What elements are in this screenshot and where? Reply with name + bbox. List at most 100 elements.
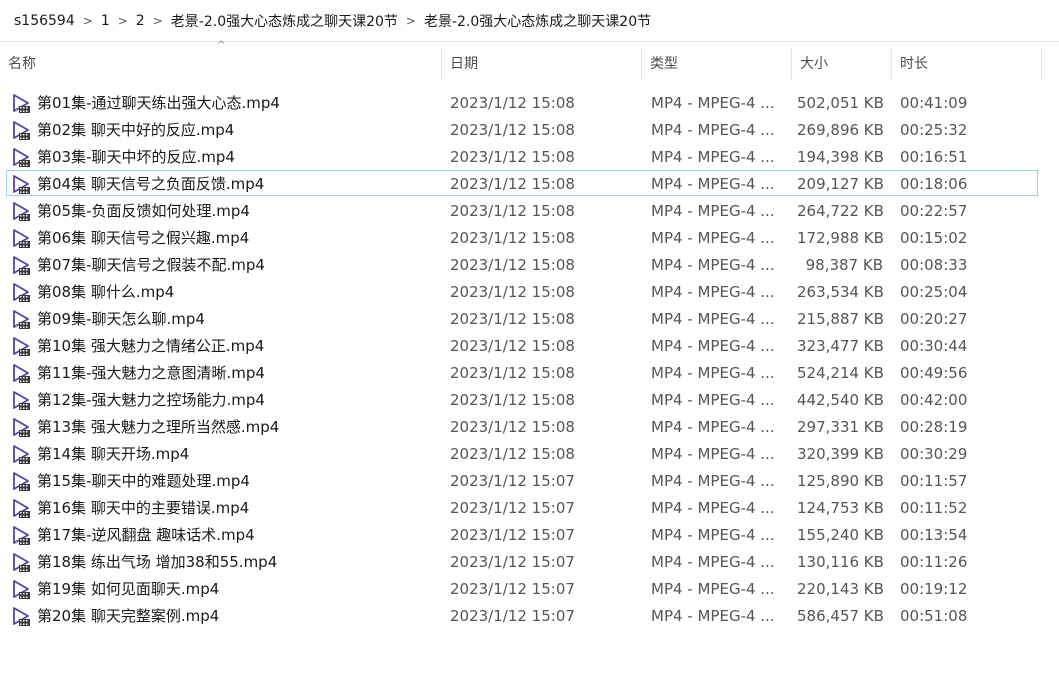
file-name[interactable]: 第11集-强大魅力之意图清晰.mp4 [37, 360, 265, 386]
column-divider[interactable] [1041, 48, 1042, 80]
file-name[interactable]: 第15集-聊天中的难题处理.mp4 [37, 468, 250, 494]
file-duration: 00:16:51 [900, 148, 968, 166]
file-row[interactable]: 第01集-通过聊天练出强大心态.mp4 2023/1/12 15:08 MP4 - … [6, 89, 1038, 115]
file-row[interactable]: 第02集 聊天中好的反应.mp4 2023/1/12 15:08 MP4 - MPE… [6, 116, 1038, 142]
file-row[interactable]: 第18集 练出气场 增加38和55.mp4 2023/1/12 15:07 MP4 … [6, 548, 1038, 574]
file-row[interactable]: 第14集 聊天开场.mp4 2023/1/12 15:08 MP4 - MPEG-4… [6, 440, 1038, 466]
file-type: MP4 - MPEG-4 ... [651, 553, 775, 571]
file-row[interactable]: 第10集 强大魅力之情绪公正.mp4 2023/1/12 15:08 MP4 - M… [6, 332, 1038, 358]
file-name[interactable]: 第05集-负面反馈如何处理.mp4 [37, 198, 250, 224]
file-name[interactable]: 第18集 练出气场 增加38和55.mp4 [37, 549, 277, 575]
file-name[interactable]: 第19集 如何见面聊天.mp4 [37, 576, 219, 602]
file-size: 172,988 KB [797, 229, 884, 247]
file-type: MP4 - MPEG-4 ... [651, 310, 775, 328]
video-file-icon [13, 445, 30, 464]
file-name[interactable]: 第10集 强大魅力之情绪公正.mp4 [37, 333, 264, 359]
file-name[interactable]: 第09集-聊天怎么聊.mp4 [37, 306, 205, 332]
file-date: 2023/1/12 15:07 [450, 580, 575, 598]
breadcrumb-separator[interactable]: > [81, 14, 95, 28]
file-name[interactable]: 第12集-强大魅力之控场能力.mp4 [37, 387, 265, 413]
breadcrumb-separator[interactable]: > [404, 14, 418, 28]
file-date: 2023/1/12 15:08 [450, 418, 575, 436]
file-row[interactable]: 第16集 聊天中的主要错误.mp4 2023/1/12 15:07 MP4 - MP… [6, 494, 1038, 520]
file-row[interactable]: 第05集-负面反馈如何处理.mp4 2023/1/12 15:08 MP4 - MP… [6, 197, 1038, 223]
breadcrumb-item-4[interactable]: 老景-2.0强大心态炼成之聊天课20节 [418, 7, 657, 35]
file-row[interactable]: 第09集-聊天怎么聊.mp4 2023/1/12 15:08 MP4 - MPEG-… [6, 305, 1038, 331]
file-name[interactable]: 第17集-逆风翻盘 趣味话术.mp4 [37, 522, 255, 548]
file-size: 264,722 KB [797, 202, 884, 220]
file-row[interactable]: 第11集-强大魅力之意图清晰.mp4 2023/1/12 15:08 MP4 - M… [6, 359, 1038, 385]
file-duration: 00:18:06 [900, 175, 968, 193]
column-header-name[interactable]: 名称 [0, 48, 441, 80]
file-name[interactable]: 第07集-聊天信号之假装不配.mp4 [37, 252, 265, 278]
file-row[interactable]: 第19集 如何见面聊天.mp4 2023/1/12 15:07 MP4 - MPEG… [6, 575, 1038, 601]
file-date: 2023/1/12 15:08 [450, 445, 575, 463]
file-type: MP4 - MPEG-4 ... [651, 526, 775, 544]
file-row[interactable]: 第17集-逆风翻盘 趣味话术.mp4 2023/1/12 15:07 MP4 - M… [6, 521, 1038, 547]
video-file-icon [13, 94, 30, 113]
video-file-icon [13, 607, 30, 626]
file-row[interactable]: 第08集 聊什么.mp4 2023/1/12 15:08 MP4 - MPEG-4 … [6, 278, 1038, 304]
file-name[interactable]: 第08集 聊什么.mp4 [37, 279, 174, 305]
file-name[interactable]: 第03集-聊天中坏的反应.mp4 [37, 144, 235, 170]
file-type: MP4 - MPEG-4 ... [651, 337, 775, 355]
file-type: MP4 - MPEG-4 ... [651, 364, 775, 382]
file-date: 2023/1/12 15:08 [450, 202, 575, 220]
file-type: MP4 - MPEG-4 ... [651, 256, 775, 274]
file-size: 502,051 KB [797, 94, 884, 112]
file-name[interactable]: 第02集 聊天中好的反应.mp4 [37, 117, 234, 143]
file-row[interactable]: 第13集 强大魅力之理所当然感.mp4 2023/1/12 15:08 MP4 - … [6, 413, 1038, 439]
file-row[interactable]: 第12集-强大魅力之控场能力.mp4 2023/1/12 15:08 MP4 - M… [6, 386, 1038, 412]
file-size: 269,896 KB [797, 121, 884, 139]
file-duration: 00:42:00 [900, 391, 968, 409]
file-date: 2023/1/12 15:08 [450, 121, 575, 139]
breadcrumb: s156594 > 1 > 2 > 老景-2.0强大心态炼成之聊天课20节 > … [0, 0, 1059, 42]
file-name[interactable]: 第20集 聊天完整案例.mp4 [37, 603, 219, 629]
file-date: 2023/1/12 15:07 [450, 499, 575, 517]
breadcrumb-item-0[interactable]: s156594 [8, 9, 81, 33]
column-header-row: 名称 日期 类型 大小 时长 [0, 48, 1059, 80]
file-date: 2023/1/12 15:08 [450, 148, 575, 166]
file-duration: 00:20:27 [900, 310, 968, 328]
video-file-icon [13, 391, 30, 410]
file-size: 297,331 KB [797, 418, 884, 436]
column-header-size[interactable]: 大小 [792, 48, 891, 80]
file-date: 2023/1/12 15:08 [450, 310, 575, 328]
breadcrumb-item-1[interactable]: 1 [95, 9, 116, 33]
file-type: MP4 - MPEG-4 ... [651, 202, 775, 220]
file-name[interactable]: 第01集-通过聊天练出强大心态.mp4 [37, 90, 280, 116]
breadcrumb-item-3[interactable]: 老景-2.0强大心态炼成之聊天课20节 [165, 7, 404, 35]
video-file-icon [13, 256, 30, 275]
file-name[interactable]: 第14集 聊天开场.mp4 [37, 441, 189, 467]
video-file-icon [13, 553, 30, 572]
file-date: 2023/1/12 15:08 [450, 256, 575, 274]
file-size: 442,540 KB [797, 391, 884, 409]
file-row[interactable]: 第03集-聊天中坏的反应.mp4 2023/1/12 15:08 MP4 - MPE… [6, 143, 1038, 169]
file-name[interactable]: 第04集 聊天信号之负面反馈.mp4 [37, 171, 264, 197]
column-header-duration[interactable]: 时长 [892, 48, 1041, 80]
video-file-icon [13, 229, 30, 248]
breadcrumb-item-2[interactable]: 2 [130, 9, 151, 33]
file-name[interactable]: 第13集 强大魅力之理所当然感.mp4 [37, 414, 279, 440]
file-row[interactable]: 第20集 聊天完整案例.mp4 2023/1/12 15:07 MP4 - MPEG… [6, 602, 1038, 628]
file-size: 323,477 KB [797, 337, 884, 355]
file-row[interactable]: 第06集 聊天信号之假兴趣.mp4 2023/1/12 15:08 MP4 - MP… [6, 224, 1038, 250]
file-name[interactable]: 第16集 聊天中的主要错误.mp4 [37, 495, 249, 521]
file-duration: 00:30:29 [900, 445, 968, 463]
file-name[interactable]: 第06集 聊天信号之假兴趣.mp4 [37, 225, 249, 251]
file-duration: 00:15:02 [900, 229, 968, 247]
breadcrumb-separator[interactable]: > [116, 14, 130, 28]
breadcrumb-separator[interactable]: > [151, 14, 165, 28]
file-row[interactable]: 第07集-聊天信号之假装不配.mp4 2023/1/12 15:08 MP4 - M… [6, 251, 1038, 277]
file-duration: 00:41:09 [900, 94, 968, 112]
file-date: 2023/1/12 15:08 [450, 283, 575, 301]
column-header-type[interactable]: 类型 [642, 48, 791, 80]
video-file-icon [13, 202, 30, 221]
file-row[interactable]: 第04集 聊天信号之负面反馈.mp4 2023/1/12 15:08 MP4 - M… [6, 170, 1038, 196]
video-file-icon [13, 310, 30, 329]
file-row[interactable]: 第15集-聊天中的难题处理.mp4 2023/1/12 15:07 MP4 - MP… [6, 467, 1038, 493]
file-duration: 00:30:44 [900, 337, 968, 355]
file-size: 586,457 KB [797, 607, 884, 625]
file-date: 2023/1/12 15:07 [450, 526, 575, 544]
column-header-date[interactable]: 日期 [442, 48, 641, 80]
